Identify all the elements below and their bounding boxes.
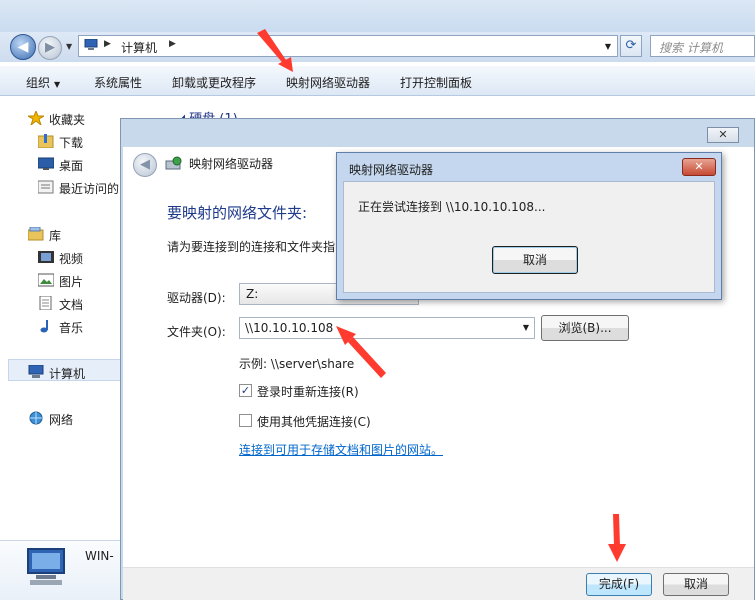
other-credentials-label: 使用其他凭据连接(C)	[257, 415, 371, 429]
downloads-folder-icon	[38, 134, 54, 148]
search-input[interactable]: 搜索 计算机	[650, 35, 755, 57]
computer-icon	[84, 39, 98, 50]
computer-icon	[27, 548, 65, 585]
dialog-close-button[interactable]: ✕	[682, 158, 716, 176]
connect-website-link[interactable]: 连接到可用于存储文档和图片的网站。	[239, 441, 443, 458]
recent-pages-chevron-icon[interactable]: ▼	[66, 42, 72, 51]
music-library-icon	[40, 320, 48, 333]
refresh-button[interactable]: ⟳	[620, 35, 642, 57]
reconnect-checkbox[interactable]: ✓	[239, 384, 252, 397]
details-pane: WIN-	[0, 540, 130, 600]
system-properties-button[interactable]: 系统属性	[94, 74, 142, 91]
network-icon	[29, 411, 43, 425]
wizard-description: 请为要连接到的连接和文件夹指	[167, 240, 336, 254]
wizard-heading: 要映射的网络文件夹:	[167, 204, 308, 222]
breadcrumb-computer[interactable]: 计算机	[121, 39, 157, 56]
documents-library-icon	[39, 296, 52, 310]
cancel-button[interactable]: 取消	[663, 573, 729, 596]
dialog-body: 正在尝试连接到 \\10.10.10.108... 取消	[343, 181, 715, 293]
explorer-titlebar	[0, 0, 755, 34]
wizard-back-button[interactable]: ◀	[133, 153, 157, 177]
network-drive-icon	[165, 156, 182, 170]
other-credentials-checkbox[interactable]	[239, 414, 252, 427]
open-control-panel-button[interactable]: 打开控制面板	[400, 74, 472, 91]
address-dropdown-icon[interactable]: ▼	[605, 42, 611, 51]
libraries-icon	[28, 227, 44, 241]
desktop-icon	[38, 157, 54, 170]
map-network-drive-button[interactable]: 映射网络驱动器	[286, 74, 370, 91]
computer-icon	[28, 365, 44, 378]
computer-name: WIN-	[85, 549, 114, 563]
reconnect-label: 登录时重新连接(R)	[257, 385, 359, 399]
uninstall-programs-button[interactable]: 卸载或更改程序	[172, 74, 256, 91]
video-library-icon	[38, 251, 54, 263]
close-button[interactable]: ✕	[707, 127, 739, 143]
address-bar[interactable]: ▶ 计算机 ▶ ▼	[78, 35, 618, 57]
dialog-title: 映射网络驱动器	[349, 163, 434, 177]
chevron-down-icon: ▼	[54, 80, 61, 89]
star-icon	[28, 111, 44, 125]
command-bar: 组织 ▼ 系统属性 卸载或更改程序 映射网络驱动器 打开控制面板	[0, 66, 755, 96]
browse-button[interactable]: 浏览(B)...	[541, 315, 629, 341]
folder-input-value: \\10.10.10.108	[245, 321, 334, 335]
drive-label: 驱动器(D):	[167, 291, 226, 305]
example-text: 示例: \\server\share	[239, 357, 355, 371]
pictures-library-icon	[38, 273, 54, 287]
recent-places-icon	[38, 180, 54, 194]
connecting-message: 正在尝试连接到 \\10.10.10.108...	[358, 200, 546, 214]
wizard-title: 映射网络驱动器	[189, 157, 274, 171]
chevron-down-icon[interactable]: ▼	[523, 323, 529, 332]
wizard-footer: 完成(F) 取消	[123, 567, 754, 600]
dialog-cancel-button[interactable]: 取消	[492, 246, 578, 274]
breadcrumb-separator-icon[interactable]: ▶	[104, 39, 111, 49]
folder-input[interactable]: \\10.10.10.108 ▼	[239, 317, 535, 339]
finish-button[interactable]: 完成(F)	[586, 573, 652, 596]
forward-button[interactable]: ▶	[38, 36, 62, 60]
back-button[interactable]: ◀	[10, 34, 36, 60]
breadcrumb-separator-icon[interactable]: ▶	[169, 39, 176, 49]
connecting-dialog: 映射网络驱动器 ✕ 正在尝试连接到 \\10.10.10.108... 取消	[336, 152, 722, 300]
folder-label: 文件夹(O):	[167, 325, 226, 339]
organize-menu[interactable]: 组织 ▼	[26, 74, 60, 91]
